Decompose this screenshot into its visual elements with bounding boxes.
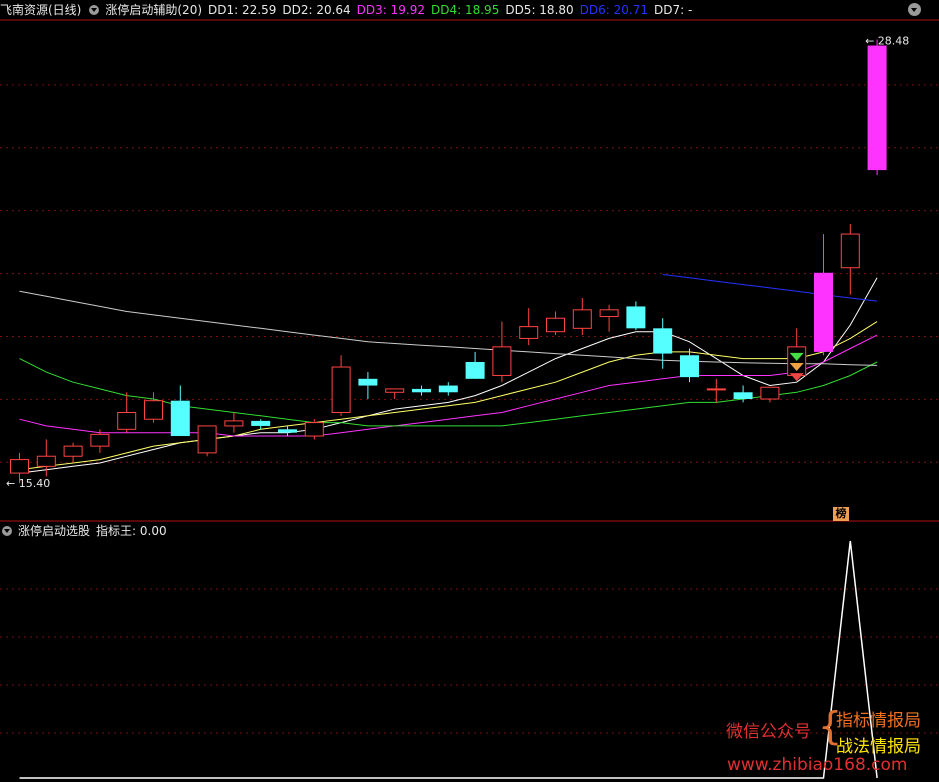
candle-body bbox=[840, 233, 860, 269]
candle-body bbox=[733, 392, 753, 400]
candle-body bbox=[546, 317, 565, 333]
candle-body bbox=[653, 328, 673, 354]
candle-body bbox=[787, 346, 807, 376]
ma-line-5 bbox=[19, 290, 878, 366]
ma-line-6 bbox=[662, 274, 878, 302]
candle-body bbox=[117, 411, 137, 430]
watermark-title-1: 指标情报局 bbox=[836, 711, 921, 731]
candle-body bbox=[599, 309, 619, 318]
min-price-label: ← 15.40 bbox=[6, 477, 50, 490]
candle-body bbox=[170, 400, 190, 437]
candle-body bbox=[331, 366, 351, 413]
candle-body bbox=[358, 378, 378, 386]
watermark-wechat: 微信公众号 bbox=[726, 722, 811, 742]
candle-body bbox=[492, 346, 512, 376]
watermark-url: www.zhibiao168.com bbox=[727, 755, 908, 775]
candle-body bbox=[867, 45, 887, 171]
sub-indicator-line bbox=[19, 540, 878, 779]
max-price-label: ← 28.48 bbox=[865, 35, 909, 48]
signal-marker bbox=[789, 373, 804, 382]
price-chart[interactable]: ← 28.48 ← 15.40 bbox=[0, 0, 939, 782]
candle-body bbox=[10, 459, 29, 474]
candle-body bbox=[36, 455, 56, 467]
candle-body bbox=[278, 429, 297, 433]
candle-body bbox=[197, 425, 217, 454]
candle-body bbox=[760, 386, 780, 400]
candle-body bbox=[519, 326, 539, 339]
candle-body bbox=[706, 388, 726, 391]
candle-body bbox=[90, 433, 110, 447]
candle-body bbox=[465, 361, 485, 379]
candle-body bbox=[680, 355, 699, 378]
rank-badge[interactable]: 榜 bbox=[833, 507, 849, 521]
candle-body bbox=[144, 400, 163, 420]
candle-body bbox=[385, 388, 405, 393]
candle-body bbox=[438, 385, 458, 393]
candle-body bbox=[63, 445, 83, 457]
candle-body bbox=[304, 422, 324, 437]
candle-body bbox=[224, 420, 244, 427]
candle-body bbox=[412, 388, 431, 393]
candle-body bbox=[251, 420, 271, 426]
candle-body bbox=[572, 309, 592, 329]
candle-body bbox=[814, 272, 833, 352]
candle-body bbox=[626, 306, 646, 329]
watermark-title-2: 战法情报局 bbox=[836, 737, 921, 757]
